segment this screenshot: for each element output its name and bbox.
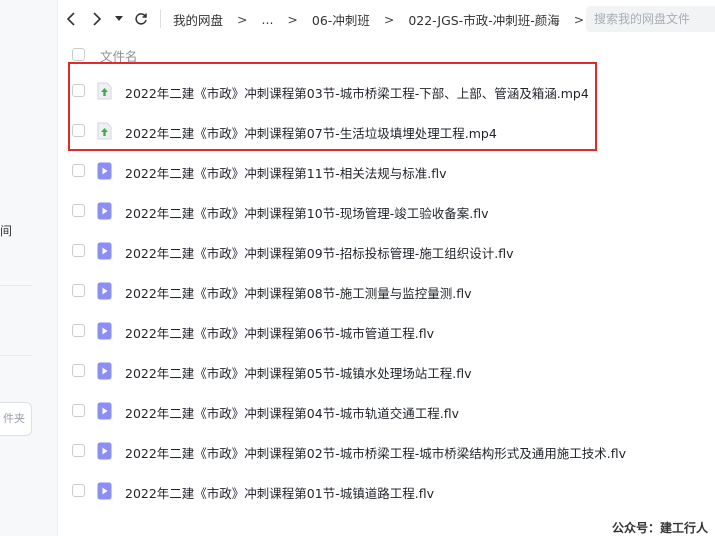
refresh-button[interactable] — [128, 0, 154, 38]
breadcrumb-item[interactable]: 06-冲刺班 — [310, 10, 372, 29]
file-row[interactable]: 2022年二建《市政》冲刺课程第05节-城镇水处理场站工程.flv — [58, 351, 715, 391]
file-checkbox[interactable] — [72, 244, 85, 257]
video-file-icon — [97, 402, 112, 420]
watermark-text: 公众号：建工行人 — [612, 521, 709, 535]
select-all-checkbox[interactable] — [72, 48, 85, 61]
file-name[interactable]: 2022年二建《市政》冲刺课程第10节-现场管理-竣工验收备案.flv — [125, 203, 488, 222]
netdisk-file-browser: 间 件夹 我的网盘 > ... > 06-冲刺班 > 022-JGS-市政-冲刺… — [0, 0, 715, 536]
breadcrumb-separator: > — [383, 11, 395, 27]
file-row[interactable]: 2022年二建《市政》冲刺课程第11节-相关法规与标准.flv — [58, 151, 715, 191]
file-name[interactable]: 2022年二建《市政》冲刺课程第02节-城市桥梁工程-城市桥梁结构形式及通用施工… — [125, 443, 626, 462]
video-file-icon — [97, 442, 112, 460]
sidebar-divider — [0, 285, 32, 286]
sidebar: 间 件夹 — [0, 0, 58, 536]
file-name[interactable]: 2022年二建《市政》冲刺课程第11节-相关法规与标准.flv — [125, 163, 446, 182]
file-name[interactable]: 2022年二建《市政》冲刺课程第01节-城镇道路工程.flv — [125, 483, 434, 502]
file-checkbox[interactable] — [72, 484, 85, 497]
file-name[interactable]: 2022年二建《市政》冲刺课程第06节-城市管道工程.flv — [125, 323, 434, 342]
highlight-box — [68, 62, 597, 151]
breadcrumb: 我的网盘 > ... > 06-冲刺班 > 022-JGS-市政-冲刺班-颜海 … — [171, 10, 596, 29]
file-row[interactable]: 2022年二建《市政》冲刺课程第04节-城市轨道交通工程.flv — [58, 391, 715, 431]
file-row[interactable]: 2022年二建《市政》冲刺课程第01节-城镇道路工程.flv — [58, 471, 715, 511]
caret-down-icon — [115, 16, 123, 21]
breadcrumb-current[interactable]: 022-JGS-市政-冲刺班-颜海 — [406, 10, 561, 29]
breadcrumb-ellipsis[interactable]: ... — [260, 12, 276, 27]
video-file-icon — [97, 322, 112, 340]
toolbar-divider — [160, 10, 161, 28]
file-name[interactable]: 2022年二建《市政》冲刺课程第04节-城市轨道交通工程.flv — [125, 403, 459, 422]
video-file-icon — [97, 482, 112, 500]
breadcrumb-item[interactable]: 我的网盘 — [171, 10, 225, 29]
file-checkbox[interactable] — [72, 364, 85, 377]
back-button[interactable] — [58, 0, 84, 38]
file-checkbox[interactable] — [72, 444, 85, 457]
sidebar-divider — [0, 355, 32, 356]
file-checkbox[interactable] — [72, 284, 85, 297]
video-file-icon — [97, 282, 112, 300]
forward-button[interactable] — [84, 0, 110, 38]
file-checkbox[interactable] — [72, 164, 85, 177]
file-checkbox[interactable] — [72, 404, 85, 417]
file-checkbox[interactable] — [72, 324, 85, 337]
video-file-icon — [97, 362, 112, 380]
file-row[interactable]: 2022年二建《市政》冲刺课程第10节-现场管理-竣工验收备案.flv — [58, 191, 715, 231]
new-folder-button[interactable]: 件夹 — [0, 402, 32, 436]
video-file-icon — [97, 202, 112, 220]
file-name[interactable]: 2022年二建《市政》冲刺课程第08节-施工测量与监控量测.flv — [125, 283, 471, 302]
refresh-icon — [135, 13, 147, 25]
history-dropdown-button[interactable] — [110, 0, 128, 38]
file-row[interactable]: 2022年二建《市政》冲刺课程第06节-城市管道工程.flv — [58, 311, 715, 351]
video-file-icon — [97, 162, 112, 180]
file-name[interactable]: 2022年二建《市政》冲刺课程第05节-城镇水处理场站工程.flv — [125, 363, 471, 382]
breadcrumb-separator: > — [237, 11, 248, 27]
file-name[interactable]: 2022年二建《市政》冲刺课程第09节-招标投标管理-施工组织设计.flv — [125, 243, 513, 262]
chevron-left-icon — [66, 12, 75, 26]
file-row[interactable]: 2022年二建《市政》冲刺课程第09节-招标投标管理-施工组织设计.flv — [58, 231, 715, 271]
file-row[interactable]: 2022年二建《市政》冲刺课程第02节-城市桥梁工程-城市桥梁结构形式及通用施工… — [58, 431, 715, 471]
breadcrumb-separator: > — [287, 11, 298, 27]
top-navigation-bar: 我的网盘 > ... > 06-冲刺班 > 022-JGS-市政-冲刺班-颜海 … — [58, 0, 715, 38]
chevron-right-icon — [93, 12, 102, 26]
file-checkbox[interactable] — [72, 204, 85, 217]
file-row[interactable]: 2022年二建《市政》冲刺课程第08节-施工测量与监控量测.flv — [58, 271, 715, 311]
sidebar-item-partial[interactable]: 间 — [0, 222, 12, 239]
search-input[interactable]: 搜索我的网盘文件 — [586, 6, 715, 32]
video-file-icon — [97, 242, 112, 260]
